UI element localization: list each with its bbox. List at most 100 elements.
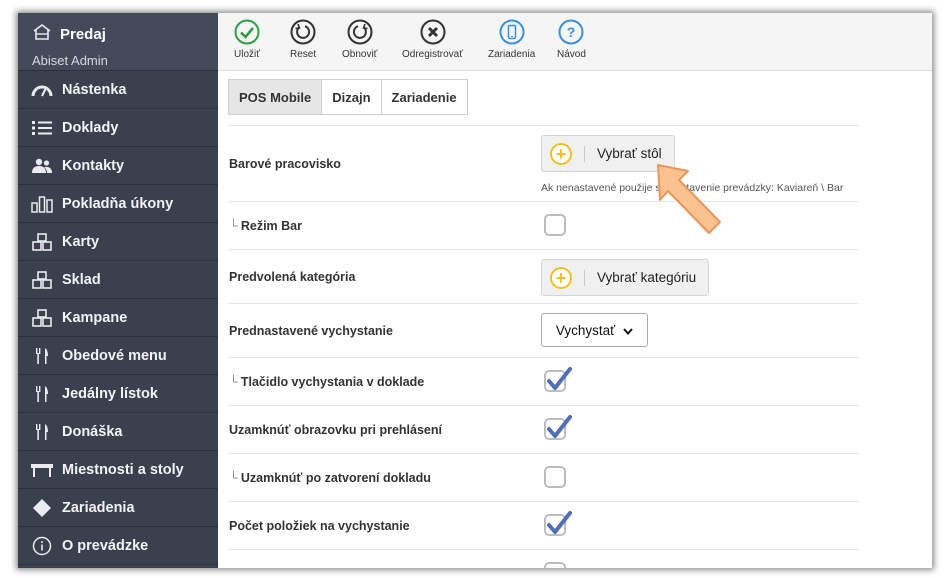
sidebar-item-doklady[interactable]: Doklady (18, 109, 218, 147)
lock-screen-label: Uzamknúť obrazovku pri prehlásení (229, 423, 442, 437)
sidebar-item-label: Karty (62, 233, 100, 250)
settings-tabs: POS Mobile Dizajn Zariadenie (228, 79, 468, 115)
dispatch-button-checkbox[interactable] (544, 367, 572, 392)
sidebar-item-label: Pokladňa úkony (62, 195, 174, 212)
sidebar-item-label: Jedálny lístok (62, 385, 158, 402)
sidebar-item-label: Sklad (62, 271, 101, 288)
sidebar-item-jedalny-listok[interactable]: Jedálny lístok (18, 375, 218, 413)
sidebar-item-label: Donáška (62, 423, 123, 440)
form-row-dispatch-button: └ Tlačidlo vychystania v doklade (228, 357, 858, 406)
pointer-arrow-icon (657, 164, 721, 234)
indent-marker: └ (229, 375, 238, 389)
default-category-label: Predvolená kategória (229, 270, 356, 284)
button-separator (584, 269, 585, 286)
cubes-icon (30, 308, 54, 328)
reset-icon (290, 19, 316, 45)
bar-mode-text: Režim Bar (240, 219, 302, 233)
sidebar-item-kontakty[interactable]: Kontakty (18, 147, 218, 185)
users-icon (30, 156, 54, 176)
devices-button[interactable]: Zariadenia (488, 19, 535, 60)
button-separator (584, 145, 585, 162)
form-row-bar-mode: └ Režim Bar (228, 201, 858, 250)
sidebar-item-label: Doklady (62, 119, 119, 136)
tab-zariadenie[interactable]: Zariadenie (380, 79, 468, 115)
bars-icon (30, 194, 54, 214)
indent-marker: └ (229, 471, 238, 485)
checkmark-icon (547, 415, 572, 438)
cutlery-icon (30, 422, 54, 442)
sidebar-item-label: Miestnosti a stoly (62, 461, 184, 478)
select-category-button[interactable]: + Vybrať kategóriu (541, 259, 710, 296)
sidebar-item-nastenka[interactable]: Nástenka (18, 71, 218, 109)
x-circle-icon (420, 19, 446, 45)
dashboard-icon (30, 80, 54, 100)
sidebar-item-sklad[interactable]: Sklad (18, 261, 218, 299)
chevron-down-icon (623, 323, 633, 338)
default-dispatch-label: Prednastavené vychystanie (229, 324, 393, 338)
sidebar-item-kampane[interactable]: Kampane (18, 299, 218, 337)
help-label: Návod (557, 49, 586, 60)
tab-dizajn[interactable]: Dizajn (321, 79, 382, 115)
list-icon (30, 118, 54, 138)
form-row-lock-screen: Uzamknúť obrazovku pri prehlásení (228, 405, 858, 454)
dispatch-button-label: └ Tlačidlo vychystania v doklade (229, 375, 424, 389)
save-label: Uložiť (234, 49, 260, 60)
check-circle-icon (234, 19, 260, 45)
diamond-icon (30, 498, 54, 518)
dispatch-button-text: Tlačidlo vychystania v doklade (240, 375, 425, 389)
table-icon (30, 460, 54, 480)
bar-mode-checkbox[interactable] (544, 214, 566, 236)
help-button[interactable]: ? Návod (557, 19, 586, 60)
save-button[interactable]: Uložiť (234, 19, 260, 60)
dispatch-select-value: Vychystať (555, 322, 616, 338)
items-count-checkbox[interactable] (544, 511, 572, 536)
toolbar: Uložiť Reset Obnoviť Odregistrovať Zaria… (218, 13, 932, 71)
brand-subtitle: Abiset Admin (32, 53, 108, 68)
sidebar-item-zariadenia[interactable]: Zariadenia (18, 489, 218, 527)
select-table-label: Vybrať stôl (597, 146, 662, 161)
checkmark-icon (547, 511, 572, 534)
mobile-device-icon (499, 19, 525, 45)
reset-button[interactable]: Reset (290, 19, 316, 60)
refresh-icon (347, 19, 373, 45)
form-row-items-count: Počet položiek na vychystanie (228, 501, 858, 550)
sidebar-item-label: Kontakty (62, 157, 125, 174)
sidebar-item-donaska[interactable]: Donáška (18, 413, 218, 451)
sidebar-item-karty[interactable]: Karty (18, 223, 218, 261)
sidebar-brand[interactable]: Predaj Abiset Admin (18, 13, 218, 71)
form-row-next (228, 549, 858, 568)
bar-mode-label: └ Režim Bar (229, 219, 302, 233)
sidebar-item-pokladna[interactable]: Pokladňa úkony (18, 185, 218, 223)
sidebar-item-label: Obedové menu (62, 347, 167, 364)
lock-after-close-text: Uzamknúť po zatvorení dokladu (240, 471, 431, 485)
form-row-bar-station: Barové pracovisko + Vybrať stôl Ak nenas… (228, 125, 858, 202)
plus-icon: + (550, 266, 572, 289)
lock-after-close-checkbox[interactable] (544, 466, 566, 488)
question-icon: ? (558, 19, 584, 45)
info-icon (30, 536, 54, 556)
form-row-default-category: Predvolená kategória + Vybrať kategóriu (228, 249, 858, 304)
sidebar-item-obedove-menu[interactable]: Obedové menu (18, 337, 218, 375)
form-row-lock-after-close: └ Uzamknúť po zatvorení dokladu (228, 453, 858, 502)
home-icon (32, 23, 52, 46)
sidebar-item-label: Nástenka (62, 81, 127, 98)
lock-after-close-label: └ Uzamknúť po zatvorení dokladu (229, 471, 431, 485)
devices-label: Zariadenia (488, 49, 536, 60)
lock-screen-checkbox[interactable] (544, 415, 572, 440)
sidebar-item-miestnosti[interactable]: Miestnosti a stoly (18, 451, 218, 489)
refresh-label: Obnoviť (342, 49, 378, 60)
plus-icon: + (550, 142, 572, 165)
svg-text:?: ? (567, 24, 576, 40)
sidebar-item-o-prevadzke[interactable]: O prevádzke (18, 527, 218, 565)
dispatch-select[interactable]: Vychystať (541, 313, 648, 347)
cutlery-icon (30, 346, 54, 366)
indent-marker: └ (229, 219, 238, 233)
refresh-button[interactable]: Obnoviť (342, 19, 377, 60)
cutlery-icon (30, 384, 54, 404)
next-checkbox[interactable] (544, 562, 566, 568)
unregister-button[interactable]: Odregistrovať (402, 19, 463, 60)
tab-pos-mobile[interactable]: POS Mobile (228, 79, 323, 115)
items-count-label: Počet položiek na vychystanie (229, 519, 410, 533)
brand-title: Predaj (60, 26, 106, 43)
app-window: Predaj Abiset Admin Nástenka Doklady Kon… (18, 13, 932, 568)
